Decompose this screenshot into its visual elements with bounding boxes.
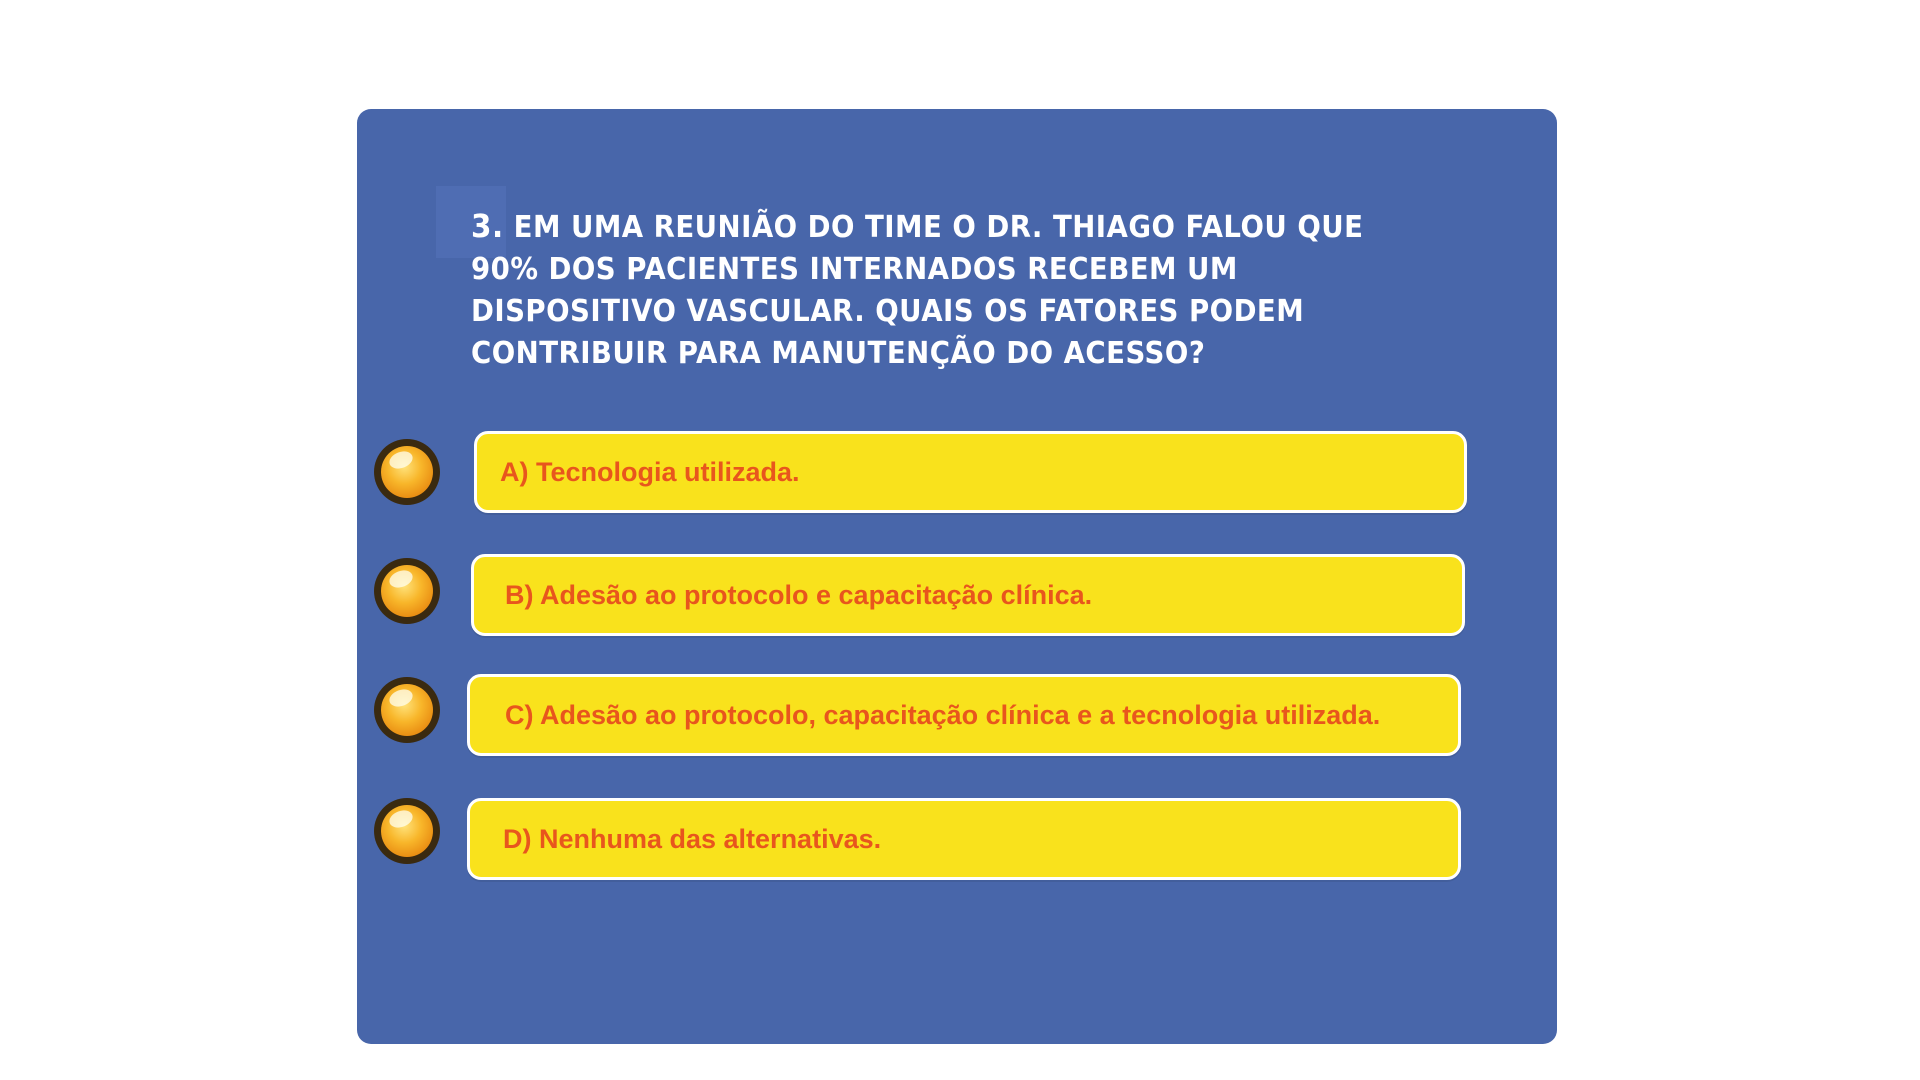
option-d-label: D) Nenhuma das alternativas. — [503, 824, 882, 854]
orange-orb-icon[interactable] — [374, 439, 440, 505]
question-text: EM UMA REUNIÃO DO TIME O DR. THIAGO FALO… — [471, 210, 1364, 371]
option-b-button[interactable]: B) Adesão ao protocolo e capacitação clí… — [471, 554, 1465, 636]
orange-orb-icon[interactable] — [374, 677, 440, 743]
option-a-button[interactable]: A) Tecnologia utilizada. — [474, 431, 1467, 513]
orange-orb-icon[interactable] — [374, 558, 440, 624]
quiz-screen: 3. EM UMA REUNIÃO DO TIME O DR. THIAGO F… — [0, 0, 1920, 1080]
question-text-block: 3. EM UMA REUNIÃO DO TIME O DR. THIAGO F… — [471, 205, 1428, 375]
option-a-label: A) Tecnologia utilizada. — [500, 457, 800, 487]
option-b-label: B) Adesão ao protocolo e capacitação clí… — [505, 580, 1093, 610]
question-number: 3. — [471, 207, 504, 245]
option-d-button[interactable]: D) Nenhuma das alternativas. — [467, 798, 1461, 880]
option-c-button[interactable]: C) Adesão ao protocolo, capacitação clín… — [467, 674, 1461, 756]
option-c-label: C) Adesão ao protocolo, capacitação clín… — [505, 700, 1381, 730]
orange-orb-icon[interactable] — [374, 798, 440, 864]
